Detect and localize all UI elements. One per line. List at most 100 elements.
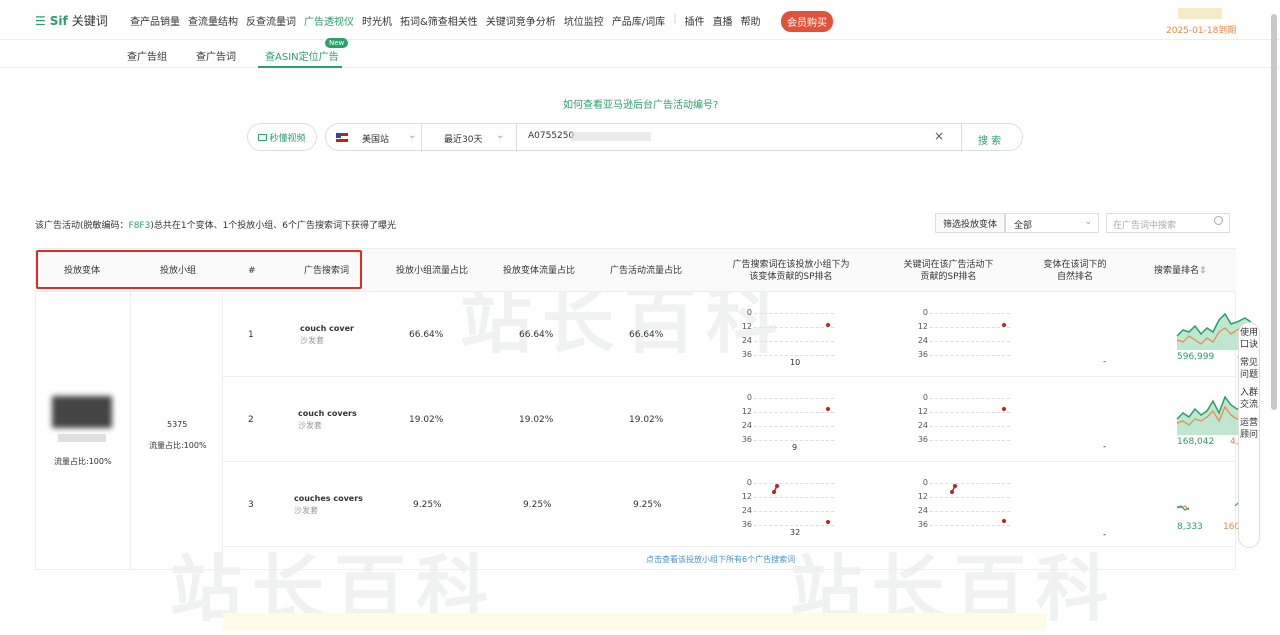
nav-item[interactable]: 反查流量词 (246, 13, 296, 28)
us-flag-icon (336, 133, 348, 142)
logo[interactable]: ☰ Sif 关键词 (35, 12, 108, 29)
search-input[interactable]: A0755250 (528, 131, 574, 141)
view-all-keywords-link[interactable]: 点击查看该投放小组下所有6个广告搜索词 (646, 554, 795, 565)
nav-item[interactable]: 帮助 (741, 13, 761, 28)
date-range-select[interactable]: 最近30天 (444, 132, 482, 145)
vip-button[interactable]: 会员购买 (781, 11, 833, 32)
nav-item[interactable]: 查产品销量 (130, 13, 180, 28)
grid-line (930, 355, 1010, 356)
summary-suffix: )总共在1个变体、1个投放小组、6个广告搜索词下获得了曝光 (150, 221, 397, 231)
grid-line (930, 398, 1010, 399)
grid-line (754, 341, 834, 342)
divider (961, 124, 962, 152)
nav-item[interactable]: 时光机 (362, 13, 392, 28)
site-select[interactable]: 美国站 (362, 132, 389, 145)
rank-line-svg (950, 484, 1006, 523)
keyword[interactable]: couches covers (294, 494, 363, 503)
header-variant-share: 投放变体流量占比 (503, 266, 576, 276)
rank-value: 10 (790, 358, 801, 367)
row-index: 2 (248, 415, 254, 425)
sp-group-rank-chart[interactable]: 0 12 24 36 10 (740, 308, 834, 367)
group-share-value: 9.25% (413, 500, 442, 510)
rank-point (826, 407, 830, 411)
side-help-panel: 使用口诀 常见问题 入群交流 运营顾问 (1238, 322, 1260, 548)
variant-filter-select[interactable]: 全部 ⌄ (1005, 213, 1099, 233)
rank-point (826, 323, 830, 327)
variant-share-value: 9.25% (523, 500, 552, 510)
scrollbar[interactable] (1271, 14, 1277, 410)
nav-item[interactable]: 查流量结构 (188, 13, 238, 28)
natural-rank: - (1103, 357, 1107, 367)
header-campaign-share: 广告活动流量占比 (610, 266, 683, 276)
natural-rank: - (1103, 530, 1107, 540)
sp-group-rank-chart[interactable]: 0 12 24 36 9 (740, 393, 834, 452)
sort-icon[interactable]: ⇕ (1199, 266, 1207, 276)
bottom-banner (223, 613, 1047, 631)
keyword-search-input[interactable]: 在广告词中搜索 (1106, 213, 1230, 233)
logo-name: 关键词 (71, 14, 108, 28)
divider (421, 124, 422, 152)
search-icon[interactable] (1214, 216, 1223, 225)
nav-item[interactable]: 拓词&筛查相关性 (400, 13, 478, 28)
chevron-down-icon[interactable]: ⌄ (496, 130, 504, 141)
tab-asin-ad[interactable]: 查ASIN定位广告 (265, 48, 339, 63)
clear-icon[interactable]: × (934, 129, 944, 143)
side-tab-label: 入群交流 (1239, 388, 1258, 410)
chevron-down-icon[interactable]: ⌄ (1084, 217, 1092, 227)
keyword[interactable]: couch covers (298, 409, 357, 418)
tab-ad-keyword[interactable]: 查广告词 (196, 48, 236, 63)
sub-nav: 查广告组 查广告词 查ASIN定位广告 (0, 40, 1280, 68)
video-button-label: 秒懂视频 (269, 133, 306, 144)
nav-item[interactable]: 插件 (685, 13, 705, 28)
side-tab-faq[interactable]: 常见问题 (1239, 351, 1259, 381)
keyword-translation: 沙发套 (298, 421, 322, 430)
grid-line (930, 412, 1010, 413)
keyword-translation: 沙发套 (294, 506, 318, 515)
video-button[interactable]: 秒懂视频 (247, 123, 317, 151)
help-link[interactable]: 如何查看亚马逊后台广告活动编号? (563, 96, 718, 111)
rank-tick: 12 (741, 407, 752, 416)
table-row: 2 couch covers 沙发套 19.02% 19.02% 19.02% … (223, 377, 1256, 462)
keyword[interactable]: couch cover (300, 324, 354, 333)
sp-campaign-rank-chart[interactable]: 0 12 24 36 (916, 478, 1010, 534)
grid-line (930, 327, 1010, 328)
search-box: 美国站 ⌄ 最近30天 ⌄ A0755250 × 搜 索 (325, 123, 1023, 152)
nav-item-active[interactable]: 广告透视仪 (304, 13, 354, 28)
sp-campaign-rank-chart[interactable]: 0 12 24 36 (916, 308, 1010, 364)
side-tab-usage[interactable]: 使用口诀 (1239, 323, 1259, 351)
campaign-code: F8F3 (128, 221, 151, 231)
grid-line (930, 440, 1010, 441)
ad-table: 投放变体 投放小组 # 广告搜索词 投放小组流量占比 投放变体流量占比 广告活动… (35, 248, 1260, 570)
nav-item[interactable]: 直播 (713, 13, 733, 28)
rank-line-svg (772, 484, 830, 524)
search-input-blurred (571, 132, 651, 141)
side-tab-group[interactable]: 入群交流 (1239, 381, 1259, 411)
rank-tick: 12 (917, 407, 928, 416)
header-search-rank[interactable]: 搜索量排名⇕ (1154, 265, 1207, 277)
rank-value: 9 (792, 443, 798, 452)
sp-group-rank-chart[interactable]: 0 12 24 36 32 (740, 478, 834, 537)
logo-brand: Sif (49, 13, 68, 28)
product-image-blurred[interactable] (52, 396, 112, 428)
group-cell: 5375 流量占比:100% (131, 292, 223, 570)
user-name-blurred[interactable] (1178, 8, 1222, 19)
search-bar: 秒懂视频 美国站 ⌄ 最近30天 ⌄ A0755250 × 搜 索 (247, 123, 1023, 152)
sp-campaign-rank-chart[interactable]: 0 12 24 36 (916, 393, 1010, 449)
search-button[interactable]: 搜 索 (978, 132, 1001, 147)
rank-point (775, 484, 779, 488)
grid-line (754, 398, 834, 399)
rank-tick: 0 (922, 393, 928, 402)
chevron-down-icon[interactable]: ⌄ (408, 130, 416, 141)
rank-point (772, 490, 776, 494)
side-tab-consultant[interactable]: 运营顾问 (1239, 411, 1259, 441)
top-nav: ☰ Sif 关键词 查产品销量 查流量结构 反查流量词 广告透视仪 时光机 拓词… (0, 0, 1280, 40)
nav-item[interactable]: 坑位监控 (564, 13, 604, 28)
tab-ad-group[interactable]: 查广告组 (127, 48, 167, 63)
video-icon (258, 133, 268, 141)
nav-item[interactable]: 关键词竞争分析 (486, 13, 556, 28)
group-share-value: 19.02% (409, 415, 444, 425)
menu-icon[interactable]: ☰ (35, 14, 46, 28)
nav-item[interactable]: 产品库/词库 (612, 13, 665, 28)
campaign-share-value: 9.25% (633, 500, 662, 510)
rank-tick: 24 (917, 336, 928, 345)
